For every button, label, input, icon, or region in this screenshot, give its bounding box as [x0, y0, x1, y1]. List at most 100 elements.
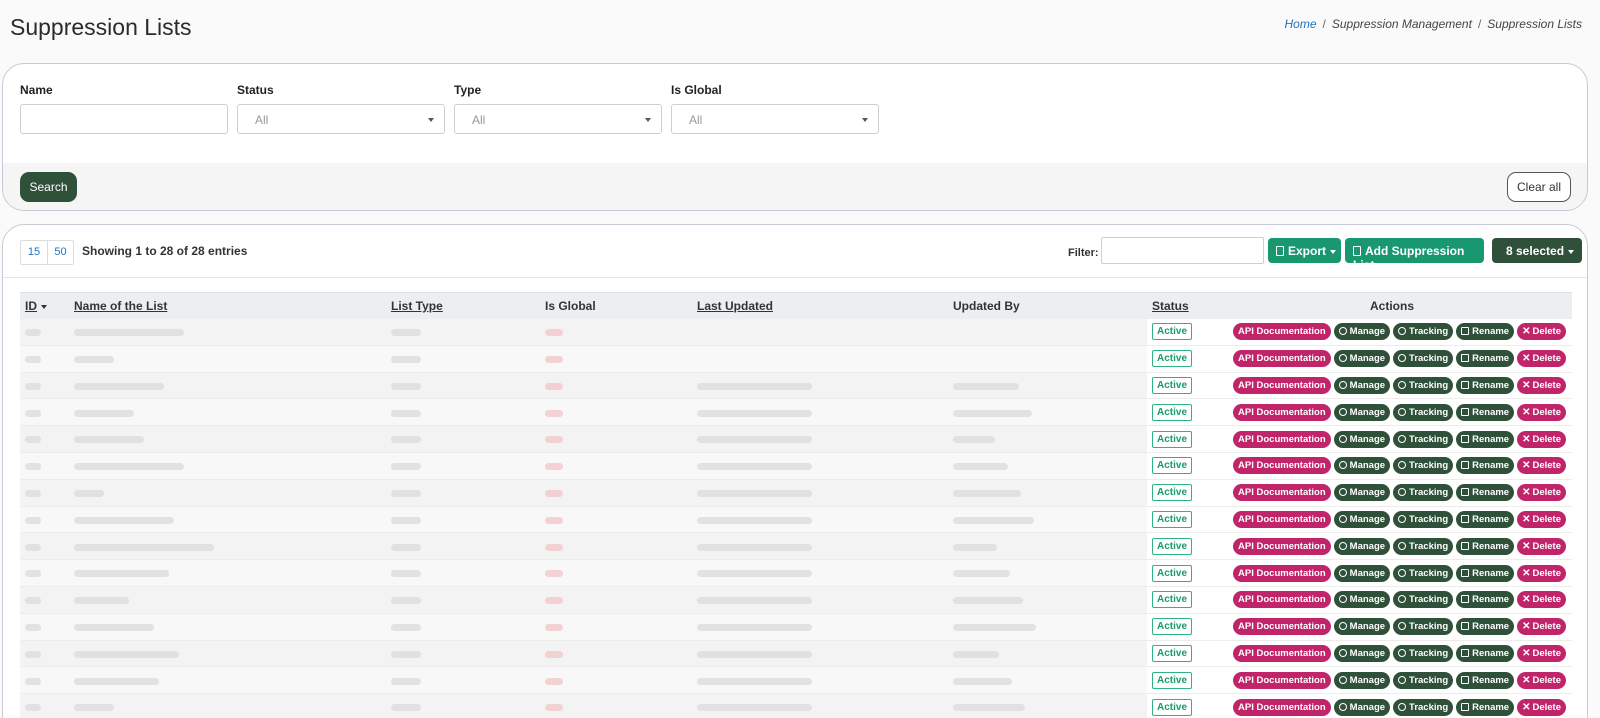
cell-is-global: [540, 559, 692, 587]
api-documentation-button[interactable]: API Documentation: [1233, 618, 1331, 636]
manage-button[interactable]: Manage: [1333, 376, 1391, 394]
tracking-button[interactable]: Tracking: [1393, 671, 1454, 689]
api-documentation-button[interactable]: API Documentation: [1233, 671, 1331, 689]
col-last-updated[interactable]: Last Updated: [692, 292, 948, 319]
api-documentation-button[interactable]: API Documentation: [1233, 564, 1331, 582]
search-button[interactable]: Search: [20, 172, 77, 202]
manage-button[interactable]: Manage: [1333, 537, 1391, 555]
cell-list-type: [386, 506, 540, 534]
name-input[interactable]: [20, 104, 228, 134]
delete-button[interactable]: ✕ Delete: [1517, 403, 1566, 421]
col-name[interactable]: Name of the List: [69, 292, 386, 319]
api-documentation-button[interactable]: API Documentation: [1233, 430, 1331, 448]
clear-all-button[interactable]: Clear all: [1507, 172, 1571, 202]
delete-button[interactable]: ✕ Delete: [1517, 698, 1566, 716]
tracking-button[interactable]: Tracking: [1393, 403, 1454, 421]
rename-button[interactable]: Rename: [1456, 350, 1515, 368]
manage-button[interactable]: Manage: [1333, 564, 1391, 582]
add-suppression-list-button[interactable]: Add Suppression List: [1345, 238, 1484, 272]
manage-button[interactable]: Manage: [1333, 618, 1391, 636]
api-documentation-button[interactable]: API Documentation: [1233, 376, 1331, 394]
tracking-button[interactable]: Tracking: [1393, 430, 1454, 448]
rename-button[interactable]: Rename: [1456, 644, 1515, 662]
rename-button[interactable]: Rename: [1456, 698, 1515, 716]
api-documentation-button[interactable]: API Documentation: [1233, 457, 1331, 475]
api-documentation-button[interactable]: API Documentation: [1233, 591, 1331, 609]
manage-button[interactable]: Manage: [1333, 430, 1391, 448]
gear-icon: [1338, 407, 1347, 416]
delete-button[interactable]: ✕ Delete: [1517, 510, 1566, 528]
breadcrumb-home[interactable]: Home: [1284, 17, 1316, 31]
delete-button[interactable]: ✕ Delete: [1517, 537, 1566, 555]
delete-button[interactable]: ✕ Delete: [1517, 430, 1566, 448]
manage-button[interactable]: Manage: [1333, 457, 1391, 475]
manage-button[interactable]: Manage: [1333, 510, 1391, 528]
api-documentation-button[interactable]: API Documentation: [1233, 403, 1331, 421]
api-documentation-button[interactable]: API Documentation: [1233, 510, 1331, 528]
delete-button[interactable]: ✕ Delete: [1517, 591, 1566, 609]
manage-button[interactable]: Manage: [1333, 644, 1391, 662]
rename-button[interactable]: Rename: [1456, 591, 1515, 609]
tracking-button[interactable]: Tracking: [1393, 644, 1454, 662]
global-select[interactable]: All: [671, 104, 879, 134]
rename-button[interactable]: Rename: [1456, 618, 1515, 636]
cell-name: [69, 666, 386, 695]
manage-button[interactable]: Manage: [1333, 698, 1391, 716]
delete-button[interactable]: ✕ Delete: [1517, 564, 1566, 582]
status-select[interactable]: All: [237, 104, 445, 134]
rename-button[interactable]: Rename: [1456, 537, 1515, 555]
manage-button[interactable]: Manage: [1333, 484, 1391, 502]
tracking-button[interactable]: Tracking: [1393, 323, 1454, 341]
manage-button[interactable]: Manage: [1333, 350, 1391, 368]
delete-button[interactable]: ✕ Delete: [1517, 376, 1566, 394]
api-documentation-button[interactable]: API Documentation: [1233, 698, 1331, 716]
delete-button[interactable]: ✕ Delete: [1517, 323, 1566, 341]
manage-button[interactable]: Manage: [1333, 591, 1391, 609]
tracking-button[interactable]: Tracking: [1393, 618, 1454, 636]
cell-is-global: [540, 532, 692, 561]
api-documentation-button[interactable]: API Documentation: [1233, 323, 1331, 341]
rename-button[interactable]: Rename: [1456, 671, 1515, 689]
tracking-button[interactable]: Tracking: [1393, 376, 1454, 394]
tracking-button[interactable]: Tracking: [1393, 537, 1454, 555]
delete-button[interactable]: ✕ Delete: [1517, 618, 1566, 636]
tracking-button[interactable]: Tracking: [1393, 591, 1454, 609]
api-documentation-button[interactable]: API Documentation: [1233, 537, 1331, 555]
api-documentation-button[interactable]: API Documentation: [1233, 350, 1331, 368]
rename-button[interactable]: Rename: [1456, 376, 1515, 394]
column-selector-button[interactable]: 8 selected: [1492, 238, 1582, 263]
rename-button[interactable]: Rename: [1456, 457, 1515, 475]
breadcrumb-section[interactable]: Suppression Management: [1332, 17, 1472, 31]
api-documentation-button[interactable]: API Documentation: [1233, 484, 1331, 502]
page-size-15[interactable]: 15: [21, 241, 47, 264]
rename-button[interactable]: Rename: [1456, 564, 1515, 582]
tracking-button[interactable]: Tracking: [1393, 698, 1454, 716]
delete-button[interactable]: ✕ Delete: [1517, 350, 1566, 368]
rename-button[interactable]: Rename: [1456, 403, 1515, 421]
manage-button[interactable]: Manage: [1333, 403, 1391, 421]
tracking-button[interactable]: Tracking: [1393, 350, 1454, 368]
rename-button[interactable]: Rename: [1456, 484, 1515, 502]
delete-button[interactable]: ✕ Delete: [1517, 457, 1566, 475]
tracking-button[interactable]: Tracking: [1393, 484, 1454, 502]
api-documentation-button[interactable]: API Documentation: [1233, 644, 1331, 662]
col-status[interactable]: Status: [1147, 292, 1212, 319]
export-button[interactable]: Export: [1268, 238, 1341, 263]
delete-button[interactable]: ✕ Delete: [1517, 644, 1566, 662]
tracking-button[interactable]: Tracking: [1393, 457, 1454, 475]
tracking-button[interactable]: Tracking: [1393, 510, 1454, 528]
col-id[interactable]: ID: [20, 292, 69, 319]
rename-button[interactable]: Rename: [1456, 323, 1515, 341]
delete-button[interactable]: ✕ Delete: [1517, 484, 1566, 502]
delete-button[interactable]: ✕ Delete: [1517, 671, 1566, 689]
cell-name: [69, 693, 386, 718]
page-size-50[interactable]: 50: [47, 241, 73, 264]
manage-button[interactable]: Manage: [1333, 323, 1391, 341]
type-select[interactable]: All: [454, 104, 662, 134]
tracking-button[interactable]: Tracking: [1393, 564, 1454, 582]
filter-input[interactable]: [1101, 237, 1264, 264]
rename-button[interactable]: Rename: [1456, 430, 1515, 448]
col-list-type[interactable]: List Type: [386, 292, 540, 319]
rename-button[interactable]: Rename: [1456, 510, 1515, 528]
manage-button[interactable]: Manage: [1333, 671, 1391, 689]
